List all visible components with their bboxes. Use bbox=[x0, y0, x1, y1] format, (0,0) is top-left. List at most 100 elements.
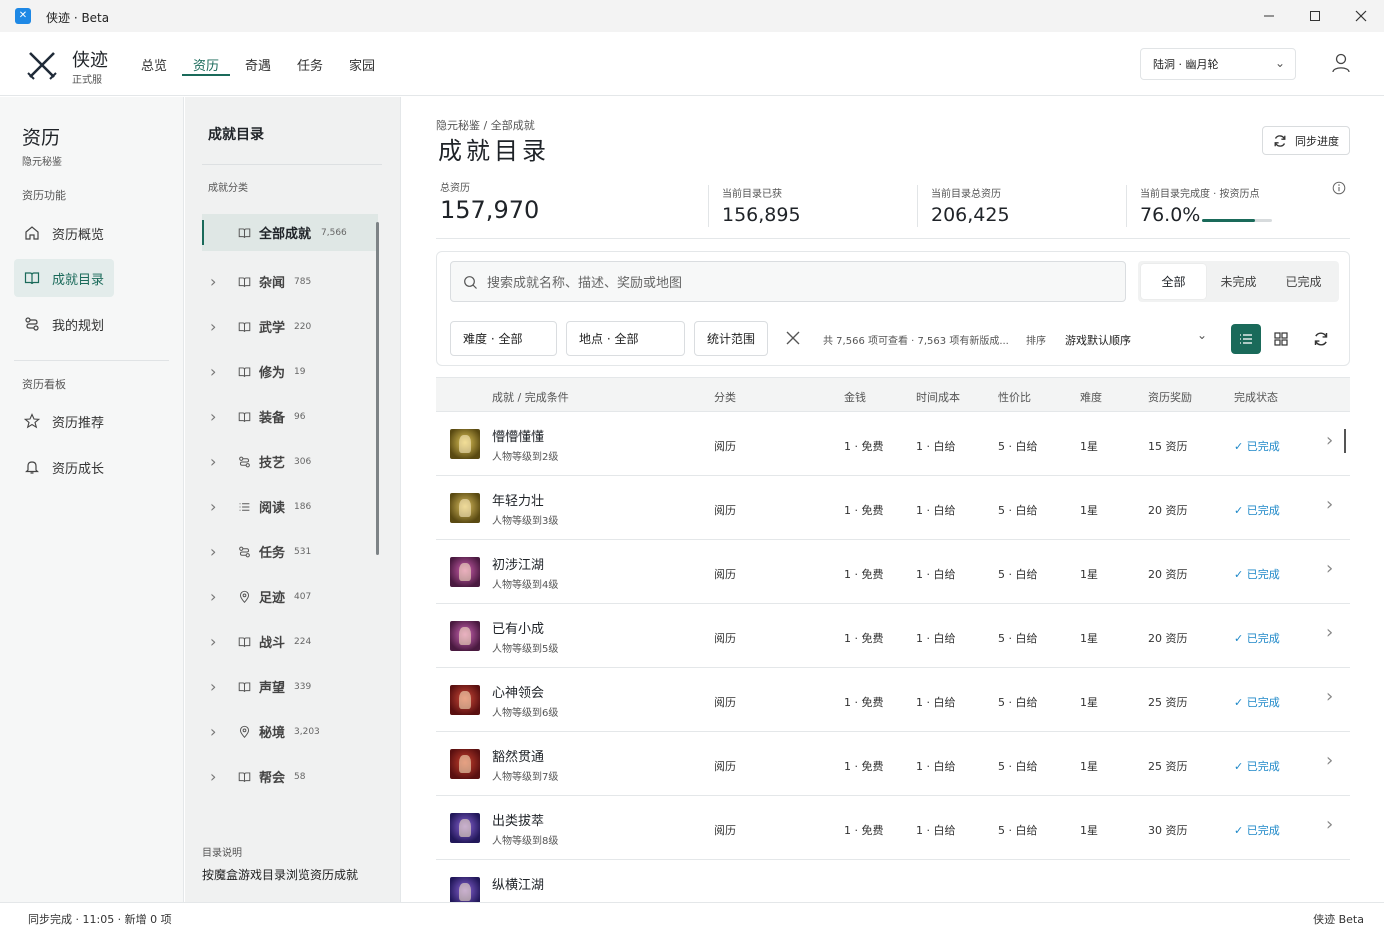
achievement-thumbnail bbox=[450, 685, 480, 715]
stat-value: 156,895 bbox=[722, 204, 801, 226]
list-icon bbox=[1240, 334, 1252, 344]
close-button[interactable] bbox=[1338, 0, 1384, 32]
table-scrollbar[interactable] bbox=[1344, 429, 1346, 453]
filter-panel: 搜索成就名称、描述、奖励或地图 全部 未完成 已完成 难度 · 全部 地点 · … bbox=[436, 251, 1350, 366]
chevron-right-icon[interactable]: › bbox=[1326, 558, 1333, 579]
sync-progress-button[interactable]: 同步进度 bbox=[1262, 126, 1350, 155]
sidebar-item-recommend[interactable]: 资历推荐 bbox=[14, 402, 114, 440]
info-icon[interactable] bbox=[1332, 181, 1346, 195]
chevron-right-icon[interactable]: › bbox=[210, 497, 222, 516]
grid-view-button[interactable] bbox=[1266, 324, 1296, 354]
achievement-name: 出类拔萃 bbox=[492, 814, 545, 829]
category-item[interactable]: › 秘境 3,203 bbox=[202, 709, 378, 754]
category-item[interactable]: › 装备 96 bbox=[202, 394, 378, 439]
category-item[interactable]: › 阅读 186 bbox=[202, 484, 378, 529]
chevron-right-icon[interactable]: › bbox=[210, 722, 222, 741]
status-tab-incomplete[interactable]: 未完成 bbox=[1206, 264, 1271, 299]
category-count: 7,566 bbox=[321, 227, 347, 238]
chevron-right-icon[interactable]: › bbox=[210, 272, 222, 291]
sidebar-item-overview[interactable]: 资历概览 bbox=[14, 214, 114, 252]
left-sidebar: 资历 隐元秘鉴 资历功能 资历概览 成就目录 我的规划 资历看板 资历推荐 资历… bbox=[0, 97, 184, 902]
nav-home[interactable]: 家园 bbox=[336, 32, 388, 96]
chevron-down-icon[interactable]: ⌄ bbox=[1197, 328, 1207, 342]
table-row[interactable]: 年轻力壮 人物等级到3级 阅历 1 · 免费 1 · 白给 5 · 白给 1星 20 资历 ✓ … bbox=[436, 476, 1350, 540]
achievement-name: 年轻力壮 bbox=[492, 494, 545, 509]
check-icon: ✓ bbox=[1234, 824, 1247, 837]
catalog-scrollbar[interactable] bbox=[376, 222, 379, 555]
chevron-right-icon[interactable]: › bbox=[210, 317, 222, 336]
nav-achievements[interactable]: 资历 bbox=[180, 32, 232, 96]
category-item[interactable]: › 足迹 407 bbox=[202, 574, 378, 619]
chevron-right-icon[interactable]: › bbox=[1326, 622, 1333, 643]
list-view-button[interactable] bbox=[1231, 324, 1261, 354]
sort-select[interactable]: 游戏默认顺序 bbox=[1065, 332, 1131, 348]
scope-filter[interactable]: 统计范围 bbox=[694, 321, 768, 356]
category-item[interactable]: 全部成就 7,566 bbox=[202, 214, 378, 251]
character-select[interactable]: 陆洞 · 幽月轮 ⌄ bbox=[1140, 48, 1296, 80]
nav-overview[interactable]: 总览 bbox=[128, 32, 180, 96]
table-row[interactable]: 出类拔萃 人物等级到8级 阅历 1 · 免费 1 · 白给 5 · 白给 1星 30 资历 ✓ … bbox=[436, 796, 1350, 860]
money-cell: 1 · 免费 bbox=[844, 440, 884, 453]
chevron-right-icon[interactable]: › bbox=[210, 542, 222, 561]
route-icon bbox=[239, 546, 250, 557]
category-item[interactable]: › 任务 531 bbox=[202, 529, 378, 574]
chevron-right-icon[interactable]: › bbox=[210, 407, 222, 426]
category-item[interactable]: › 帮会 58 bbox=[202, 754, 378, 799]
achievement-condition: 人物等级到4级 bbox=[492, 580, 559, 591]
status-tab-complete[interactable]: 已完成 bbox=[1271, 264, 1336, 299]
achievement-table: 成就 / 完成条件 分类 金钱 时间成本 性价比 难度 资历奖励 完成状态 懵懵… bbox=[436, 377, 1350, 902]
achievement-name: 豁然贯通 bbox=[492, 750, 545, 765]
catalog-section-label: 成就分类 bbox=[208, 183, 248, 194]
table-row[interactable]: 初涉江湖 人物等级到4级 阅历 1 · 免费 1 · 白给 5 · 白给 1星 20 资历 ✓ … bbox=[436, 540, 1350, 604]
table-row[interactable]: 纵横江湖 bbox=[436, 860, 1350, 902]
chevron-right-icon[interactable]: › bbox=[210, 677, 222, 696]
chevron-right-icon[interactable]: › bbox=[1326, 430, 1333, 451]
category-name: 阅读 bbox=[259, 501, 286, 516]
maximize-button[interactable] bbox=[1292, 0, 1338, 32]
user-icon[interactable] bbox=[1330, 52, 1352, 74]
table-row[interactable]: 懵懵懂懂 人物等级到2级 阅历 1 · 免费 1 · 白给 5 · 白给 1星 15 资历 ✓ … bbox=[436, 412, 1350, 476]
nav-adventure[interactable]: 奇遇 bbox=[232, 32, 284, 96]
sidebar-item-label: 资历成长 bbox=[52, 461, 105, 477]
table-row[interactable]: 豁然贯通 人物等级到7级 阅历 1 · 免费 1 · 白给 5 · 白给 1星 25 资历 ✓ … bbox=[436, 732, 1350, 796]
sidebar-item-plan[interactable]: 我的规划 bbox=[14, 305, 114, 343]
category-cell: 阅历 bbox=[714, 760, 736, 773]
chevron-right-icon[interactable]: › bbox=[210, 362, 222, 381]
chevron-right-icon[interactable]: › bbox=[210, 452, 222, 471]
category-item[interactable]: › 修为 19 bbox=[202, 349, 378, 394]
table-row[interactable]: 已有小成 人物等级到5级 阅历 1 · 免费 1 · 白给 5 · 白给 1星 20 资历 ✓ … bbox=[436, 604, 1350, 668]
chevron-right-icon[interactable]: › bbox=[1326, 750, 1333, 771]
difficulty-filter[interactable]: 难度 · 全部 bbox=[450, 321, 557, 356]
category-item[interactable]: › 武学 220 bbox=[202, 304, 378, 349]
status-tab-all[interactable]: 全部 bbox=[1141, 264, 1206, 299]
category-item[interactable]: › 声望 339 bbox=[202, 664, 378, 709]
minimize-button[interactable] bbox=[1246, 0, 1292, 32]
achievement-name: 纵横江湖 bbox=[492, 878, 545, 893]
table-row[interactable]: 心神领会 人物等级到6级 阅历 1 · 免费 1 · 白给 5 · 白给 1星 25 资历 ✓ … bbox=[436, 668, 1350, 732]
difficulty-cell: 1星 bbox=[1080, 760, 1098, 773]
sidebar-item-growth[interactable]: 资历成长 bbox=[14, 448, 114, 486]
location-filter[interactable]: 地点 · 全部 bbox=[566, 321, 685, 356]
chevron-right-icon[interactable]: › bbox=[1326, 494, 1333, 515]
catalog-note-label: 目录说明 bbox=[202, 848, 242, 859]
window-title: 侠迹 · Beta bbox=[46, 11, 110, 25]
status-bar: 同步完成 · 11:05 · 新增 0 项 侠迹 Beta bbox=[0, 902, 1384, 931]
chevron-right-icon[interactable]: › bbox=[210, 587, 222, 606]
chevron-right-icon[interactable]: › bbox=[210, 767, 222, 786]
chevron-right-icon[interactable]: › bbox=[210, 632, 222, 651]
chevron-right-icon[interactable]: › bbox=[1326, 814, 1333, 835]
category-item[interactable]: › 杂闻 785 bbox=[202, 259, 378, 304]
refresh-list-button[interactable] bbox=[1306, 324, 1336, 354]
chevron-right-icon[interactable]: › bbox=[1326, 686, 1333, 707]
category-list: 全部成就 7,566 › 杂闻 785 › 武学 220 › 修为 19 › 装备 96 › 技艺 306 › 阅读… bbox=[202, 214, 378, 799]
time-cost-cell: 1 · 白给 bbox=[916, 568, 956, 581]
category-item[interactable]: › 战斗 224 bbox=[202, 619, 378, 664]
category-item[interactable]: › 技艺 306 bbox=[202, 439, 378, 484]
search-input[interactable]: 搜索成就名称、描述、奖励或地图 bbox=[450, 261, 1126, 302]
sidebar-item-catalog[interactable]: 成就目录 bbox=[14, 259, 114, 297]
nav-quests[interactable]: 任务 bbox=[284, 32, 336, 96]
clear-filters-icon[interactable] bbox=[783, 328, 803, 348]
character-name: 陆洞 · 幽月轮 bbox=[1153, 58, 1219, 71]
stat-completion: 当前目录完成度 · 按资历点 76.0% bbox=[1140, 185, 1330, 237]
category-count: 58 bbox=[294, 771, 306, 782]
